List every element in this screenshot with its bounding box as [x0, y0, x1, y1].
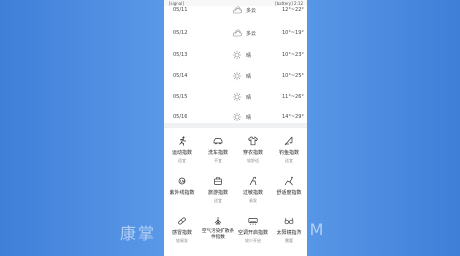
car-wash-icon: [213, 138, 223, 145]
air-icon: [214, 217, 222, 225]
allergy-icon: [249, 176, 257, 186]
index-name: 洗车指数: [207, 150, 228, 156]
index-allergy[interactable]: 过敏指数 易发: [235, 172, 271, 212]
cloud-sun-icon: [232, 29, 242, 37]
shirt-icon: [248, 136, 258, 146]
forecast-temp: 14°~29°: [282, 114, 304, 120]
comfort-icon: [284, 176, 293, 186]
cloud-sun-icon: [232, 6, 242, 14]
forecast-desc: 多云: [246, 31, 257, 37]
index-name: 过敏指数: [242, 190, 263, 196]
sun-icon: [232, 92, 242, 102]
forecast-date: 05/11: [173, 7, 188, 13]
index-clothing[interactable]: 穿衣指数 较舒适: [235, 132, 271, 172]
index-name: 空调开启指数: [237, 230, 268, 236]
forecast-row[interactable]: 05/14 晴 10°~25°: [164, 66, 307, 86]
index-name: 空气污染扩散条件指数: [201, 229, 235, 240]
index-cold[interactable]: 感冒指数 较易发: [164, 212, 200, 252]
cold-pill-icon: [178, 217, 186, 225]
forecast-temp: 11°~26°: [282, 94, 304, 100]
index-travel[interactable]: 旅游指数 适宜: [200, 172, 236, 212]
watermark-right: OM: [295, 220, 326, 239]
index-value: 易发: [249, 198, 257, 203]
running-icon: [179, 136, 186, 146]
forecast-row[interactable]: 05/11 多云 12°~22°: [164, 0, 307, 20]
watermark-left: 康掌: [120, 224, 157, 243]
index-air[interactable]: 空气污染扩散条件指数: [200, 212, 236, 252]
index-value: 适宜: [285, 158, 293, 163]
travel-icon: [214, 177, 222, 185]
index-name: 感冒指数: [171, 230, 192, 236]
forecast-desc: 晴: [246, 53, 252, 59]
index-value: 较少开启: [245, 238, 261, 243]
index-comfort[interactable]: 舒适度指数: [271, 172, 307, 212]
index-name: 舒适度指数: [276, 190, 302, 196]
forecast-date: 05/16: [173, 114, 188, 120]
index-carwash[interactable]: 洗车指数 不宜: [200, 132, 236, 172]
forecast-list[interactable]: 05/11 多云 12°~22° 05/12 多云 10°~19° 05/13 …: [164, 6, 307, 123]
index-value: 不宜: [214, 158, 222, 163]
forecast-temp: 10°~19°: [282, 30, 304, 36]
index-value: 适宜: [178, 158, 186, 163]
index-uv[interactable]: 紫外线指数: [164, 172, 200, 212]
forecast-temp: 10°~25°: [282, 73, 304, 79]
index-name: 旅游指数: [207, 190, 228, 196]
forecast-temp: 12°~22°: [282, 7, 304, 13]
forecast-date: 05/15: [173, 94, 188, 100]
life-index-grid: 运动指数 适宜 洗车指数 不宜 穿衣指数 较舒适 钓鱼指数 适宜 紫外线指数 旅…: [164, 128, 307, 256]
forecast-row[interactable]: 05/12 多云 10°~19°: [164, 23, 307, 43]
index-sport[interactable]: 运动指数 适宜: [164, 132, 200, 172]
forecast-date: 05/14: [173, 73, 188, 79]
phone-screen: [signal] [battery] 2:12 05/11 多云 12°~22°…: [164, 0, 307, 256]
forecast-desc: 晴: [246, 74, 252, 80]
forecast-date: 05/13: [173, 52, 188, 58]
sun-icon: [232, 112, 242, 122]
index-name: 紫外线指数: [169, 190, 195, 196]
index-value: 适宜: [214, 198, 222, 203]
forecast-desc: 晴: [246, 95, 252, 101]
fishing-icon: [284, 136, 293, 146]
forecast-temp: 10°~23°: [282, 52, 304, 58]
watermark: 康掌 OM: [120, 220, 323, 244]
forecast-row[interactable]: 05/15 晴 11°~26°: [164, 87, 307, 107]
forecast-desc: 多云: [246, 8, 257, 14]
index-fishing[interactable]: 钓鱼指数 适宜: [271, 132, 307, 172]
index-value: 较易发: [176, 238, 188, 243]
index-name: 运动指数: [171, 150, 192, 156]
ac-icon: [248, 218, 258, 226]
index-value: 较舒适: [247, 158, 259, 163]
forecast-date: 05/12: [173, 30, 188, 36]
index-name: 钓鱼指数: [278, 150, 299, 156]
sun-icon: [232, 50, 242, 60]
sun-icon: [232, 71, 242, 81]
index-ac[interactable]: 空调开启指数 较少开启: [235, 212, 271, 252]
forecast-row[interactable]: 05/13 晴 10°~23°: [164, 45, 307, 65]
index-name: 穿衣指数: [242, 150, 263, 156]
sunglasses-icon: [284, 217, 294, 225]
uv-icon: [178, 177, 186, 185]
forecast-desc: 晴: [246, 115, 252, 121]
